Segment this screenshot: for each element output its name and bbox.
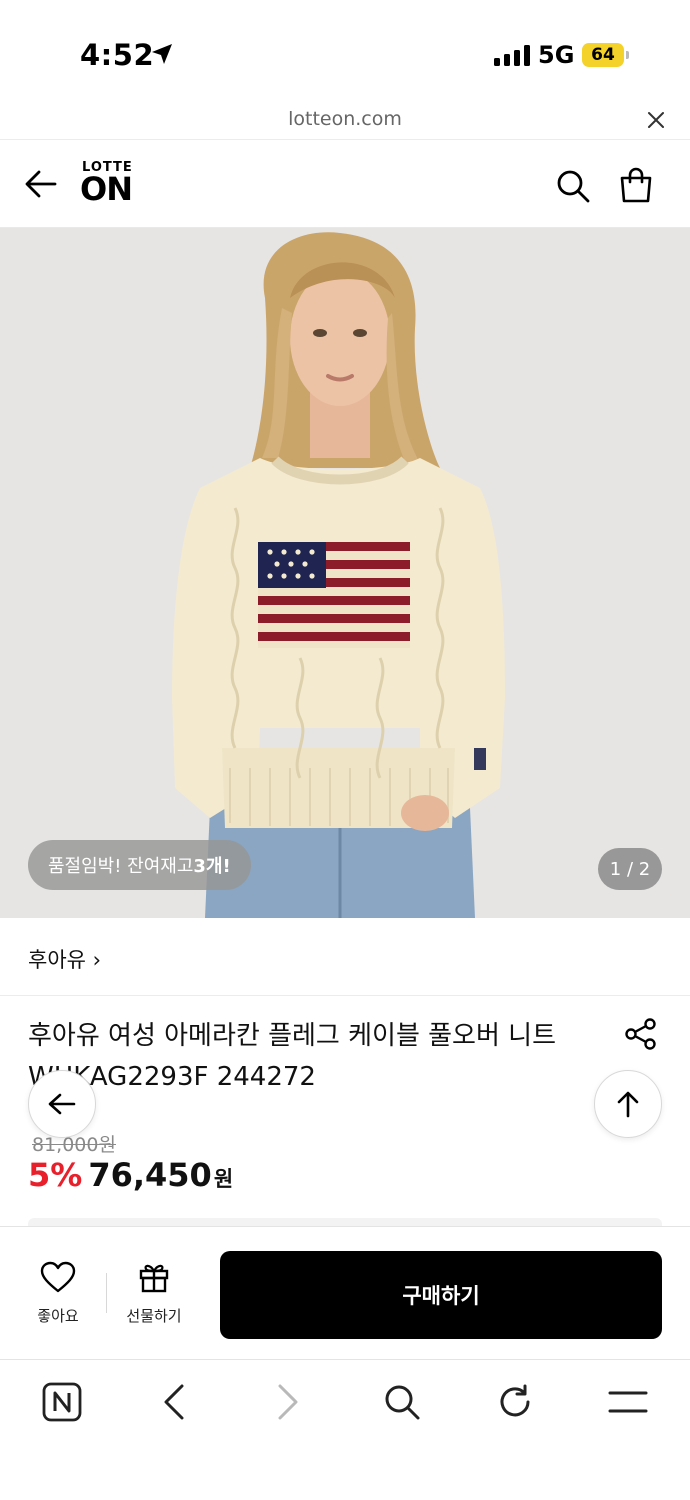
product-image[interactable]: 품절임박! 잔여재고 3개! 1 / 2 — [0, 228, 690, 918]
network-type: 5G — [538, 41, 575, 69]
brand-row[interactable]: 후아유 › — [0, 918, 690, 996]
refresh-icon — [500, 1384, 530, 1417]
like-button[interactable]: 좋아요 — [20, 1261, 96, 1331]
site-header: LOTTE ON — [0, 140, 690, 228]
cart-icon[interactable] — [618, 166, 654, 204]
naver-icon — [42, 1382, 82, 1422]
browser-forward-button[interactable] — [266, 1380, 310, 1424]
scroll-top-button[interactable] — [594, 1070, 662, 1138]
url-bar[interactable]: lotteon.com — [0, 100, 690, 140]
battery-cap — [626, 51, 629, 59]
signal-strength-icon — [494, 44, 530, 66]
lotteon-logo[interactable]: LOTTE ON — [80, 160, 160, 208]
stock-count: 3개! — [193, 856, 231, 877]
brand-link[interactable]: 후아유 › — [28, 944, 101, 974]
sale-price: 76,450 — [88, 1156, 212, 1194]
url-domain[interactable]: lotteon.com — [0, 108, 690, 130]
close-icon[interactable] — [646, 110, 666, 130]
naver-home-button[interactable] — [40, 1380, 84, 1424]
share-icon[interactable] — [624, 1017, 658, 1051]
stock-badge: 품절임박! 잔여재고 3개! — [28, 840, 251, 890]
browser-search-button[interactable] — [380, 1380, 424, 1424]
arrow-left-icon — [48, 1093, 76, 1115]
heart-icon — [40, 1261, 76, 1293]
status-time: 4:52 — [80, 38, 155, 72]
product-title: 후아유 여성 아메라칸 플레그 케이블 풀오버 니트 WHKAG2293F 24… — [28, 1021, 556, 1092]
battery-indicator: 64 — [582, 43, 624, 67]
logo-main-text: ON — [80, 170, 133, 208]
image-page-indicator: 1 / 2 — [598, 848, 662, 890]
chevron-left-icon — [164, 1384, 184, 1420]
gift-icon — [139, 1264, 169, 1293]
price-currency: 원 — [213, 1167, 234, 1191]
price-row: 5% 76,450 원 — [28, 1156, 233, 1200]
buy-button[interactable]: 구매하기 — [220, 1251, 662, 1339]
browser-refresh-button[interactable] — [493, 1380, 537, 1424]
arrow-up-icon — [617, 1091, 639, 1118]
search-icon[interactable] — [555, 168, 591, 204]
product-photo — [0, 228, 690, 918]
status-bar: 4:52 5G 64 — [0, 0, 690, 100]
floating-back-button[interactable] — [28, 1070, 96, 1138]
purchase-action-bar: 좋아요 선물하기 구매하기 — [0, 1226, 690, 1360]
stock-badge-text: 품절임박! 잔여재고 — [48, 856, 194, 877]
action-separator — [106, 1273, 107, 1313]
gift-label: 선물하기 — [126, 1307, 182, 1325]
like-label: 좋아요 — [37, 1307, 79, 1325]
back-arrow-icon[interactable] — [24, 168, 58, 200]
chevron-right-icon — [278, 1384, 298, 1420]
section-divider — [28, 1218, 662, 1226]
location-arrow-icon — [152, 44, 172, 64]
gift-button[interactable]: 선물하기 — [116, 1261, 192, 1331]
discount-rate: 5% — [28, 1156, 83, 1194]
browser-toolbar — [0, 1360, 690, 1500]
browser-menu-button[interactable] — [606, 1380, 650, 1424]
search-icon — [385, 1385, 420, 1420]
menu-icon — [608, 1391, 648, 1413]
browser-back-button[interactable] — [152, 1380, 196, 1424]
